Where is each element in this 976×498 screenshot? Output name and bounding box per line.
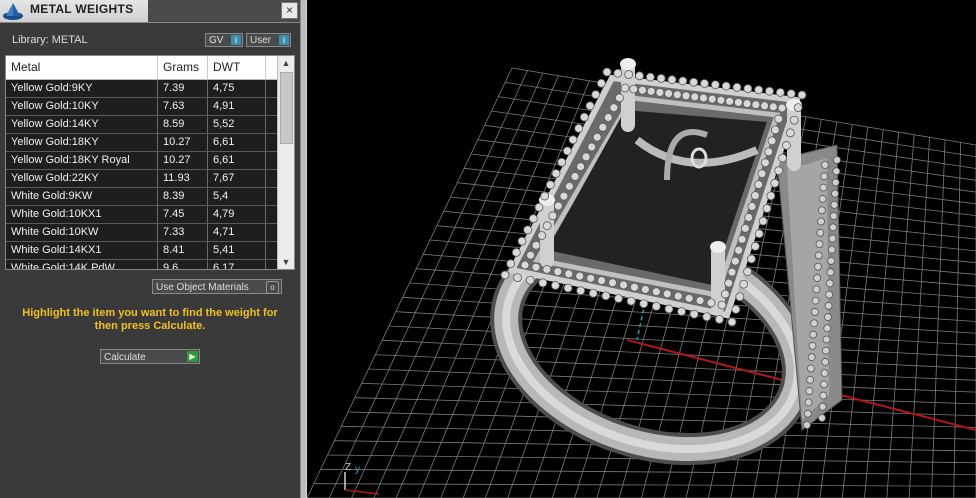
grams-cell: 8.39 xyxy=(158,188,208,205)
panel-splitter[interactable] xyxy=(300,0,307,498)
ring-model xyxy=(490,58,843,466)
app-logo-icon xyxy=(3,3,23,20)
column-header-metal[interactable]: Metal xyxy=(6,56,158,79)
table-row[interactable]: White Gold:14K PdW 9.6 6,17 xyxy=(6,260,278,269)
table-row[interactable]: White Gold:9KW 8.39 5,4 xyxy=(6,188,278,206)
dwt-cell: 4,71 xyxy=(208,224,266,241)
table-row[interactable]: Yellow Gold:18KY Royal 10.27 6,61 xyxy=(6,152,278,170)
calculate-label: Calculate xyxy=(104,352,146,363)
play-icon: ▶ xyxy=(187,351,198,362)
dwt-cell: 5,41 xyxy=(208,242,266,259)
table-row[interactable]: White Gold:10KX1 7.45 4,79 xyxy=(6,206,278,224)
grams-cell: 10.27 xyxy=(158,134,208,151)
axis-z-label: Z xyxy=(345,462,351,473)
dwt-cell: 5,4 xyxy=(208,188,266,205)
grams-cell: 7.33 xyxy=(158,224,208,241)
toggle-icon: o xyxy=(266,281,279,294)
axis-y-label: y xyxy=(355,464,360,475)
grams-cell: 7.63 xyxy=(158,98,208,115)
viewport-canvas[interactable]: Z y xyxy=(307,0,976,498)
dwt-cell: 5,52 xyxy=(208,116,266,133)
metal-cell: White Gold:10KW xyxy=(6,224,158,241)
metal-cell: Yellow Gold:18KY xyxy=(6,134,158,151)
metal-cell: Yellow Gold:22KY xyxy=(6,170,158,187)
metal-cell: Yellow Gold:9KY xyxy=(6,80,158,97)
dwt-cell: 4,75 xyxy=(208,80,266,97)
panel-title: METAL WEIGHTS xyxy=(30,2,134,16)
dwt-cell: 7,67 xyxy=(208,170,266,187)
metal-table: Metal Grams DWT Yellow Gold:9KY 7.39 4,75 … xyxy=(5,55,295,270)
gv-label: GV xyxy=(209,35,224,46)
dwt-cell: 4,79 xyxy=(208,206,266,223)
metal-weights-panel: METAL WEIGHTS × Library: METAL GV i User… xyxy=(0,0,300,498)
table-row[interactable]: Yellow Gold:9KY 7.39 4,75 xyxy=(6,80,278,98)
table-row[interactable]: White Gold:14KX1 8.41 5,41 xyxy=(6,242,278,260)
column-header-grams[interactable]: Grams xyxy=(158,56,208,79)
grams-cell: 8.59 xyxy=(158,116,208,133)
chevron-down-icon[interactable]: ▼ xyxy=(278,255,294,269)
dwt-cell: 6,61 xyxy=(208,134,266,151)
calculate-button[interactable]: Calculate ▶ xyxy=(100,349,200,364)
column-header-dwt[interactable]: DWT xyxy=(208,56,266,79)
grams-cell: 11.93 xyxy=(158,170,208,187)
axis-gizmo: Z y xyxy=(344,462,380,495)
title-bar: METAL WEIGHTS × xyxy=(0,0,300,23)
grams-cell: 7.45 xyxy=(158,206,208,223)
library-label: Library: METAL xyxy=(12,34,88,46)
table-row[interactable]: Yellow Gold:14KY 8.59 5,52 xyxy=(6,116,278,134)
grams-cell: 8.41 xyxy=(158,242,208,259)
grams-cell: 9.6 xyxy=(158,260,208,269)
scroll-thumb[interactable] xyxy=(280,72,293,144)
table-row[interactable]: Yellow Gold:18KY 10.27 6,61 xyxy=(6,134,278,152)
table-header: Metal Grams DWT xyxy=(6,56,278,80)
metal-cell: White Gold:14KX1 xyxy=(6,242,158,259)
user-label: User xyxy=(250,35,272,46)
grams-cell: 10.27 xyxy=(158,152,208,169)
instruction-text: Highlight the item you want to find the … xyxy=(22,307,278,332)
close-icon[interactable]: × xyxy=(281,2,298,19)
metal-cell: Yellow Gold:18KY Royal xyxy=(6,152,158,169)
info-icon: i xyxy=(279,35,289,45)
dwt-cell: 4,91 xyxy=(208,98,266,115)
dwt-cell: 6,17 xyxy=(208,260,266,269)
metal-cell: Yellow Gold:10KY xyxy=(6,98,158,115)
metal-cell: White Gold:14K PdW xyxy=(6,260,158,269)
table-body: Yellow Gold:9KY 7.39 4,75 Yellow Gold:10KY… xyxy=(6,80,278,269)
use-object-materials-label: Use Object Materials xyxy=(156,282,249,293)
dwt-cell: 6,61 xyxy=(208,152,266,169)
user-toggle[interactable]: User i xyxy=(246,33,291,47)
table-row[interactable]: Yellow Gold:10KY 7.63 4,91 xyxy=(6,98,278,116)
table-row[interactable]: White Gold:10KW 7.33 4,71 xyxy=(6,224,278,242)
metal-cell: Yellow Gold:14KY xyxy=(6,116,158,133)
use-object-materials-toggle[interactable]: Use Object Materials o xyxy=(152,279,282,294)
gv-toggle[interactable]: GV i xyxy=(205,33,243,47)
table-scrollbar[interactable]: ▲ ▼ xyxy=(277,56,294,269)
3d-viewport[interactable]: Z y xyxy=(307,0,976,498)
grams-cell: 7.39 xyxy=(158,80,208,97)
info-icon: i xyxy=(231,35,241,45)
metal-cell: White Gold:10KX1 xyxy=(6,206,158,223)
chevron-up-icon[interactable]: ▲ xyxy=(278,56,294,70)
metal-cell: White Gold:9KW xyxy=(6,188,158,205)
table-row[interactable]: Yellow Gold:22KY 11.93 7,67 xyxy=(6,170,278,188)
